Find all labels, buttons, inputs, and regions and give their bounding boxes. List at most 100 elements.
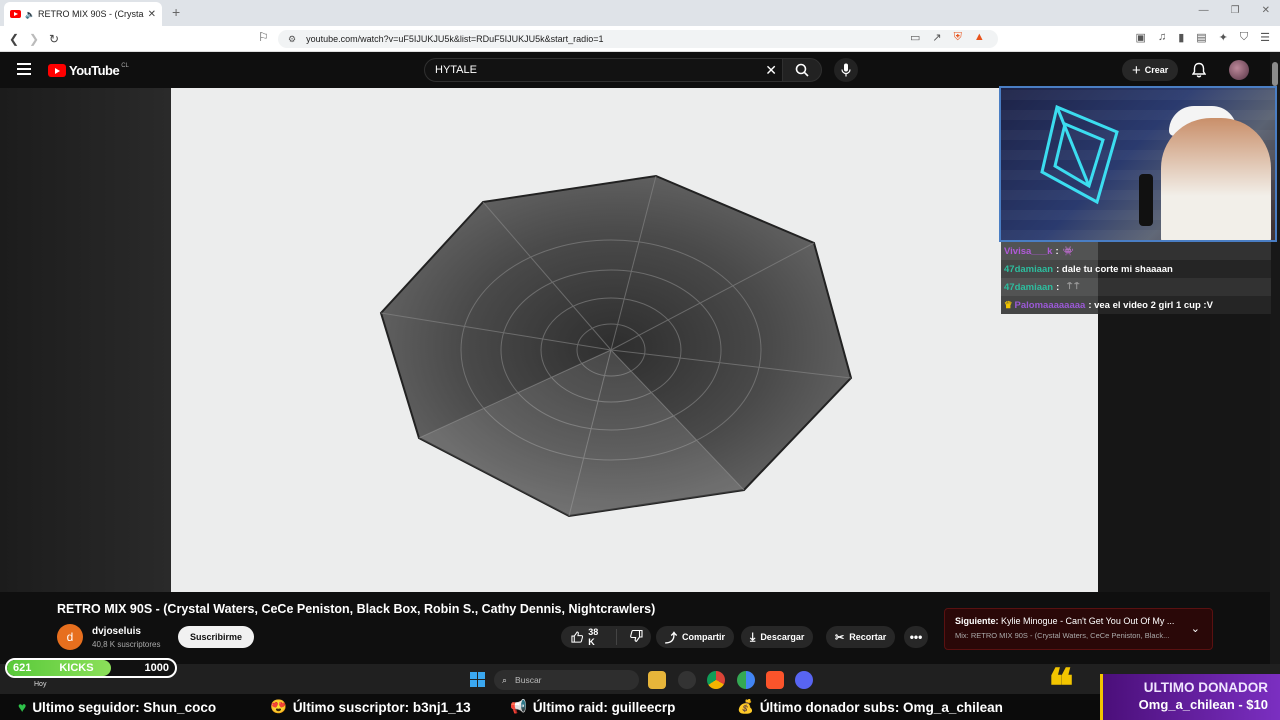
youtube-header: YouTube CL HYTALE ✕ + Crear <box>0 52 1280 88</box>
last-follower: ♥ Ultimo seguidor: Shun_coco <box>18 699 217 715</box>
clip-button[interactable]: ✂ Recortar <box>826 626 896 648</box>
cast-icon[interactable]: ▭ <box>910 31 920 44</box>
account-avatar[interactable] <box>1229 60 1249 80</box>
kicks-current: 621 <box>13 662 32 674</box>
chevron-down-icon[interactable]: ⌄ <box>1191 622 1200 635</box>
chrome-canary-icon[interactable] <box>737 671 755 689</box>
last-donor-subs: 💰 Último donador subs: Omg_a_chilean <box>737 699 1003 715</box>
donor-value: Omg_a_chilean - $10 <box>1138 697 1268 712</box>
thumbs-up-icon <box>571 631 584 643</box>
donor-title: ULTIMO DONADOR <box>1143 680 1268 695</box>
chat-message: 47damiaan : dale tu corte mi shaaaan <box>1001 260 1271 278</box>
quote-mark-icon: ❝ <box>1048 661 1074 714</box>
chat-message: 47damiaan : ⍑ ⍑ <box>1001 278 1271 296</box>
obs-icon[interactable] <box>678 671 696 689</box>
forward-icon[interactable]: ❯ <box>24 32 44 46</box>
vpn-icon[interactable]: ⛉ <box>1240 31 1248 44</box>
browser-tab[interactable]: 🔈 RETRO MIX 90S - (Crystal Wa ✕ <box>4 2 162 26</box>
voice-search-button[interactable] <box>834 58 858 82</box>
kicks-goal: 1000 <box>144 662 169 674</box>
menu-icon[interactable]: ☰ <box>1260 31 1270 44</box>
theater-left-margin <box>0 88 171 592</box>
share-button[interactable]: ⤴ Compartir <box>656 626 735 648</box>
like-count: 38 K <box>588 627 599 647</box>
heart-icon: ♥ <box>18 699 27 715</box>
channel-name[interactable]: dvjoseluis <box>92 626 141 637</box>
emote-icon: 👾 <box>1062 245 1074 256</box>
thumbs-down-icon <box>630 629 643 642</box>
search-button[interactable] <box>782 58 822 82</box>
file-explorer-icon[interactable] <box>648 671 666 689</box>
scrollbar-thumb[interactable] <box>1272 62 1278 86</box>
more-icon: ••• <box>909 630 923 644</box>
download-button[interactable]: ⤓ Descargar <box>741 626 814 648</box>
speaker-icon[interactable]: 🔈 <box>25 10 35 19</box>
dislike-button[interactable] <box>622 629 651 644</box>
close-window-icon[interactable]: ✕ <box>1262 5 1270 16</box>
youtube-logo[interactable]: YouTube CL <box>48 63 129 78</box>
chat-message: ♛ Palomaaaaaaaa : vea el video 2 girl 1 … <box>1001 296 1271 314</box>
wallet-icon[interactable]: ▤ <box>1196 31 1206 44</box>
share-icon: ⤴ <box>665 630 678 645</box>
like-dislike-group: 38 K <box>561 626 651 648</box>
scissors-icon: ✂ <box>835 631 845 644</box>
subscriber-count: 40,8 K suscriptores <box>92 640 161 649</box>
reload-icon[interactable]: ↻ <box>44 32 64 46</box>
share-page-icon[interactable]: ↗ <box>932 31 941 44</box>
subscribe-button[interactable]: Suscribirme <box>178 626 255 648</box>
clear-search-icon[interactable]: ✕ <box>765 62 777 79</box>
hoy-label: Hoy <box>34 681 47 688</box>
last-raid: 📢 Último raid: guilleecrp <box>510 699 676 715</box>
up-next-playlist: Mix: RETRO MIX 90S - (Crystal Waters, Ce… <box>955 631 1170 640</box>
address-bar[interactable]: ⚙ youtube.com/watch?v=uF5IJUKJU5k&list=R… <box>278 30 998 48</box>
browser-extension-icons: ▣ ♫ ▮ ▤ ✦ ⛉ ☰ <box>1136 31 1270 44</box>
brave-rewards-icon[interactable]: ▲ <box>974 31 985 44</box>
up-next-panel[interactable]: Siguiente: Kylie Minogue - Can't Get You… <box>944 608 1213 650</box>
youtube-favicon-icon <box>10 10 21 18</box>
navigation-bar: ❮ ❯ ↻ ⚐ ⚙ youtube.com/watch?v=uF5IJUKJU5… <box>0 26 1280 52</box>
close-tab-icon[interactable]: ✕ <box>148 9 156 20</box>
plus-icon: + <box>1132 61 1141 79</box>
notifications-bell-icon[interactable] <box>1192 62 1206 78</box>
windows-taskbar <box>0 664 1280 694</box>
leo-ai-icon[interactable]: ✦ <box>1219 31 1228 44</box>
emote-icon: ⍑ ⍑ <box>1067 282 1080 291</box>
search-input[interactable]: HYTALE ✕ <box>424 58 788 82</box>
stream-chat: Vivisa___k : 👾 47damiaan : dale tu corte… <box>1001 242 1271 314</box>
sidebar-icon[interactable]: ▮ <box>1178 31 1184 44</box>
restore-icon[interactable]: ❐ <box>1231 5 1240 16</box>
kicks-goal-bar: 621 KICKS 1000 <box>5 658 177 678</box>
youtube-play-icon <box>48 64 66 77</box>
channel-avatar[interactable]: d <box>57 624 83 650</box>
back-icon[interactable]: ❮ <box>4 32 24 46</box>
minimize-icon[interactable]: — <box>1199 5 1209 16</box>
bookmark-icon[interactable]: ⚐ <box>258 30 269 44</box>
crown-badge-icon: ♛ <box>1004 299 1013 311</box>
window-controls: — ❐ ✕ <box>1199 5 1270 16</box>
chrome-icon[interactable] <box>707 671 725 689</box>
brave-shield-icon[interactable]: ⛨ <box>954 31 962 44</box>
download-icon: ⤓ <box>750 629 756 644</box>
video-frame-umbrella <box>379 174 853 518</box>
streamer <box>1161 118 1271 240</box>
up-next-title: Siguiente: Kylie Minogue - Can't Get You… <box>955 616 1175 626</box>
tab-title: RETRO MIX 90S - (Crystal Wa <box>37 9 144 19</box>
search-icon: ⌕ <box>502 674 508 685</box>
music-icon[interactable]: ♫ <box>1158 31 1166 44</box>
screenshot-icon[interactable]: ▣ <box>1136 31 1146 44</box>
hamburger-menu-icon[interactable] <box>17 63 31 75</box>
discord-icon[interactable] <box>795 671 813 689</box>
video-player[interactable] <box>171 88 1098 592</box>
like-button[interactable]: 38 K <box>561 627 617 647</box>
search-query: HYTALE <box>435 64 477 76</box>
new-tab-icon[interactable]: + <box>172 4 180 20</box>
microphone-arm <box>1139 174 1153 226</box>
site-settings-icon[interactable]: ⚙ <box>288 34 296 45</box>
taskbar-search[interactable]: ⌕ Buscar <box>494 670 639 690</box>
brave-browser-icon[interactable] <box>766 671 784 689</box>
windows-start-icon[interactable] <box>470 672 485 687</box>
microphone-icon <box>841 63 851 77</box>
more-actions-button[interactable]: ••• <box>904 626 928 648</box>
create-button[interactable]: + Crear <box>1122 59 1179 81</box>
stream-alerts-bar: ♥ Ultimo seguidor: Shun_coco 😍 Último su… <box>0 694 1280 720</box>
